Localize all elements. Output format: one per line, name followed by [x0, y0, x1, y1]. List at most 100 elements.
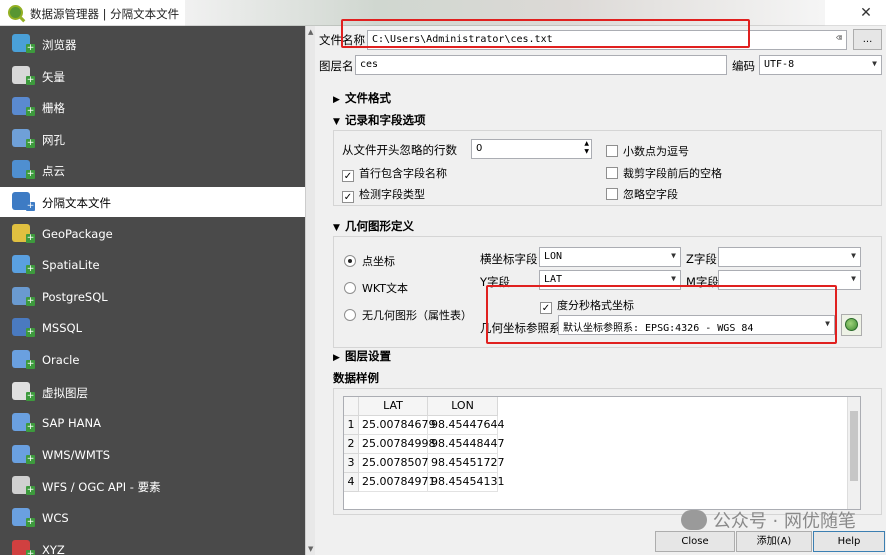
sidebar-item-label: PostgreSQL [42, 289, 108, 304]
decimal-comma-label: 小数点为逗号 [623, 145, 689, 158]
skip-lines-spinbox[interactable]: 0 ▲ ▼ [471, 139, 592, 159]
add-plus-icon: + [26, 264, 35, 275]
radio-no-geometry[interactable]: 无几何图形（属性表） [344, 307, 472, 323]
add-plus-icon: + [26, 517, 35, 527]
trim-fields-checkbox[interactable]: 裁剪字段前后的空格 [606, 165, 722, 181]
first-record-header-checkbox[interactable]: ✓ 首行包含字段名称 [342, 165, 447, 182]
help-button[interactable]: Help [813, 531, 885, 552]
sidebar-item[interactable]: + GeoPackage [0, 219, 305, 249]
sidebar-scrollbar[interactable]: ▲ ▼ [305, 26, 315, 555]
checkbox-discard-empty[interactable] [606, 188, 618, 200]
chevron-down-icon: ▼ [671, 251, 676, 260]
sidebar-item-label: GeoPackage [42, 226, 113, 241]
table-cell: 98.45451727 [428, 454, 504, 473]
x-field-value: LON [544, 251, 563, 262]
sidebar-item-label: WMS/WMTS [42, 447, 111, 462]
collapse-arrow-icon: ▼ [333, 223, 340, 233]
section-layer-settings[interactable]: ▶ 图层设置 [333, 348, 391, 364]
add-plus-icon: + [26, 390, 35, 401]
discard-empty-checkbox[interactable]: 忽略空字段 [606, 186, 678, 202]
table-scrollbar[interactable] [847, 397, 860, 509]
chevron-down-icon: ▼ [671, 274, 676, 283]
scroll-thumb[interactable] [850, 411, 858, 481]
add-plus-icon: + [26, 232, 35, 243]
sidebar-item[interactable]: + 矢量 [0, 61, 305, 91]
checkbox-trim-fields[interactable] [606, 167, 618, 179]
table-corner [344, 397, 359, 416]
row-header: 1 [344, 416, 359, 435]
section-file-format-label: 文件格式 [345, 91, 391, 105]
spin-arrows-icon[interactable]: ▲ ▼ [584, 140, 589, 156]
skip-lines-value: 0 [476, 143, 483, 154]
sidebar-item[interactable]: + PostgreSQL [0, 282, 305, 312]
add-plus-icon: + [26, 359, 35, 369]
radio-point-label: 点坐标 [362, 255, 395, 268]
x-field-select[interactable]: LON ▼ [539, 247, 681, 267]
table-cell: 98.45448447 [428, 435, 504, 454]
layer-name-input[interactable]: ces [355, 55, 727, 75]
encoding-select[interactable]: UTF-8 ▼ [759, 55, 882, 75]
radio-none-dot[interactable] [344, 309, 356, 321]
detect-types-checkbox[interactable]: ✓ 检测字段类型 [342, 186, 425, 203]
sidebar-item[interactable]: + 网孔 [0, 124, 305, 154]
watermark: 公众号 · 网优随笔 [680, 507, 856, 533]
radio-point-dot[interactable] [344, 255, 356, 267]
radio-wkt-dot[interactable] [344, 282, 356, 294]
browse-button[interactable]: ... [853, 29, 882, 50]
main-panel: 文件名称 C:\Users\Administrator\ces.txt ⌫ ..… [315, 19, 886, 555]
sidebar-item[interactable]: + Oracle [0, 345, 305, 375]
column-header[interactable]: LON [428, 397, 498, 416]
sidebar-item[interactable]: + WCS [0, 503, 305, 533]
section-records[interactable]: ▼ 记录和字段选项 [333, 112, 426, 128]
scroll-up-icon[interactable]: ▲ [308, 28, 313, 36]
sidebar-item[interactable]: + 浏览器 [0, 29, 305, 59]
sidebar-item-label: 网孔 [42, 132, 65, 147]
sample-data-table[interactable]: LAT LON 1 25.00784679 98.45447644 2 25.0078499… [343, 396, 861, 510]
collapse-arrow-icon: ▼ [333, 117, 340, 127]
checkbox-first-header[interactable]: ✓ [342, 170, 354, 182]
sidebar-item-label: 分隔文本文件 [42, 196, 111, 210]
sidebar-item[interactable]: + 点云 [0, 155, 305, 185]
z-field-select[interactable]: ▼ [718, 247, 861, 267]
sidebar-item[interactable]: + WMS/WMTS [0, 440, 305, 470]
sidebar-item[interactable]: + WFS / OGC API - 要素 [0, 471, 305, 501]
radio-wkt[interactable]: WKT文本 [344, 280, 408, 296]
table-cell: 25.0078507 [359, 454, 428, 473]
crs-selector-button[interactable] [841, 314, 862, 336]
sidebar-item[interactable]: + XYZ [0, 535, 305, 555]
add-plus-icon: + [26, 201, 35, 211]
add-plus-icon: + [26, 295, 35, 306]
scroll-down-icon[interactable]: ▼ [308, 545, 313, 553]
section-file-format[interactable]: ▶ 文件格式 [333, 90, 391, 106]
sidebar-item[interactable]: + 栅格 [0, 92, 305, 122]
sidebar-item[interactable]: + 虚拟图层 [0, 377, 305, 407]
y-field-value: LAT [544, 274, 563, 285]
column-header[interactable]: LAT [359, 397, 428, 416]
close-window-button[interactable]: ✕ [846, 0, 886, 26]
qgis-logo-icon [8, 5, 23, 20]
section-geometry-label: 几何图形定义 [345, 219, 414, 233]
layer-name-label: 图层名 [319, 59, 354, 73]
section-geometry[interactable]: ▼ 几何图形定义 [333, 218, 414, 234]
sidebar-item[interactable]: + 分隔文本文件 [0, 187, 305, 217]
row-header: 2 [344, 435, 359, 454]
add-button[interactable]: 添加(A) [736, 531, 812, 552]
sidebar-item[interactable]: + MSSQL [0, 313, 305, 343]
sample-data-group: LAT LON 1 25.00784679 98.45447644 2 25.0078499… [333, 388, 882, 515]
decimal-comma-checkbox[interactable]: 小数点为逗号 [606, 143, 689, 159]
sidebar-item-label: 矢量 [42, 69, 65, 84]
encoding-value: UTF-8 [764, 59, 795, 70]
close-button[interactable]: Close [655, 531, 735, 552]
section-records-label: 记录和字段选项 [345, 113, 426, 127]
sidebar-item[interactable]: + SpatiaLite [0, 250, 305, 280]
sidebar-item-label: 虚拟图层 [42, 385, 88, 400]
section-layer-settings-label: 图层设置 [345, 349, 391, 363]
radio-point-coordinates[interactable]: 点坐标 [344, 253, 395, 269]
add-plus-icon: + [26, 327, 35, 338]
clear-input-icon[interactable]: ⌫ [836, 33, 842, 44]
row-header: 3 [344, 454, 359, 473]
checkbox-decimal-comma[interactable] [606, 145, 618, 157]
checkbox-detect-types[interactable]: ✓ [342, 191, 354, 203]
z-field-label: Z字段 [686, 252, 717, 266]
sidebar-item[interactable]: + SAP HANA [0, 408, 305, 438]
